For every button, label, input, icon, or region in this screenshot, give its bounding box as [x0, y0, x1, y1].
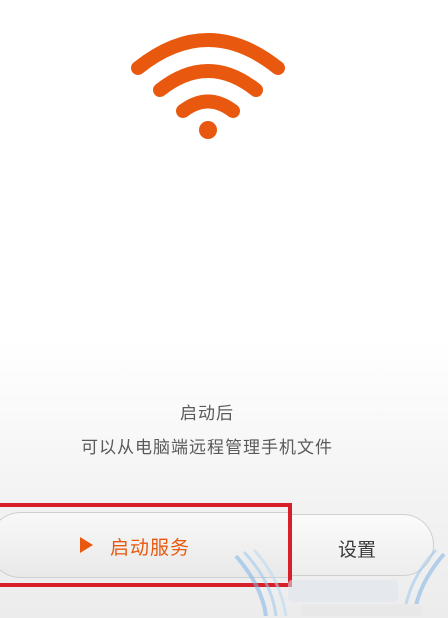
wifi-icon [131, 33, 285, 139]
start-service-label: 启动服务 [110, 537, 191, 559]
description-title: 启动后 [180, 404, 234, 424]
description-text: 可以从电脑端远程管理手机文件 [81, 438, 333, 458]
settings-label: 设置 [338, 539, 377, 561]
play-icon [80, 537, 93, 553]
